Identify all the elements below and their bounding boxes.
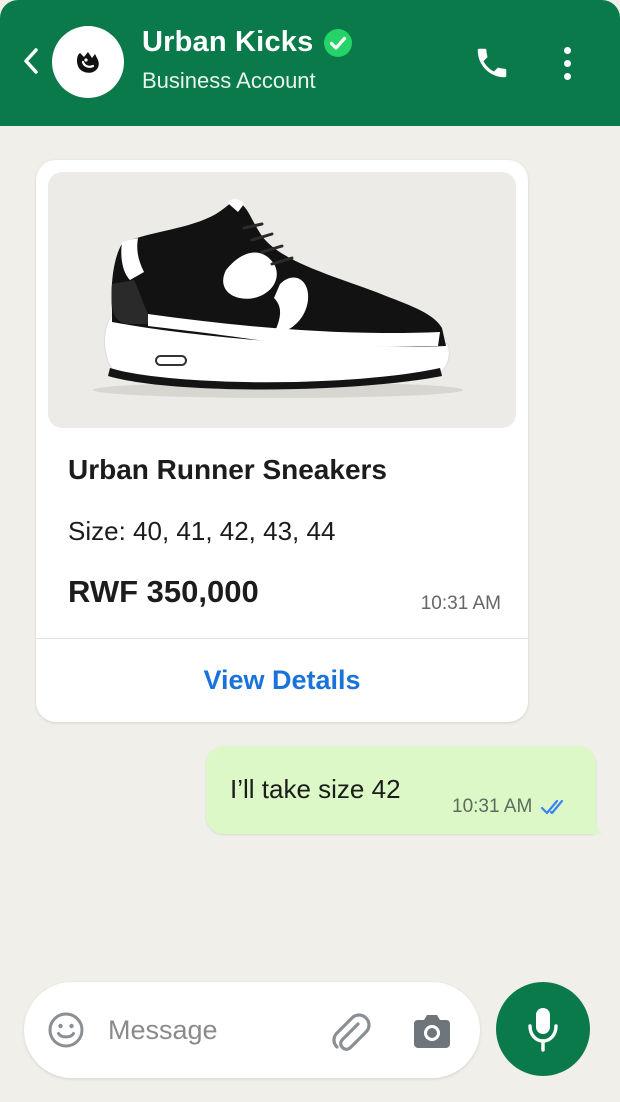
phone-icon bbox=[477, 48, 507, 78]
message-timestamp: 10:31 AM bbox=[452, 796, 533, 817]
chat-header: Urban Kicks Business Account bbox=[0, 0, 620, 126]
product-card-message: Urban Runner Sneakers Size: 40, 41, 42, … bbox=[36, 160, 528, 722]
camera-button[interactable] bbox=[410, 1012, 454, 1050]
camera-icon bbox=[414, 1015, 450, 1048]
paperclip-icon bbox=[332, 1013, 371, 1051]
emoji-icon bbox=[48, 1012, 84, 1048]
more-options-button[interactable] bbox=[552, 42, 582, 84]
product-price: RWF 350,000 bbox=[68, 574, 259, 609]
product-sizes: Size: 40, 41, 42, 43, 44 bbox=[68, 516, 336, 546]
back-button[interactable] bbox=[18, 44, 44, 78]
microphone-icon bbox=[528, 1008, 558, 1052]
message-composer bbox=[24, 982, 480, 1078]
verified-badge-icon bbox=[323, 28, 353, 58]
more-vertical-icon bbox=[563, 46, 571, 54]
product-name: Urban Runner Sneakers bbox=[68, 454, 387, 485]
voice-message-button[interactable] bbox=[496, 982, 590, 1076]
outgoing-message[interactable]: I’ll take size 42 10:31 AM bbox=[206, 746, 596, 834]
message-timestamp: 10:31 AM bbox=[420, 593, 501, 614]
bubble-tail bbox=[590, 812, 602, 834]
sneaker-image bbox=[93, 199, 463, 398]
contact-info[interactable]: Urban Kicks Business Account bbox=[142, 26, 353, 94]
attach-button[interactable] bbox=[328, 1010, 372, 1052]
view-details-button[interactable]: View Details bbox=[36, 639, 528, 722]
contact-name: Urban Kicks bbox=[142, 26, 314, 58]
message-meta: 10:31 AM bbox=[452, 796, 568, 818]
brand-logo-icon bbox=[76, 52, 99, 73]
contact-subtitle: Business Account bbox=[142, 68, 316, 93]
message-input[interactable] bbox=[108, 1008, 318, 1052]
outgoing-message-text: I’ll take size 42 bbox=[230, 774, 401, 804]
call-button[interactable] bbox=[470, 42, 514, 84]
emoji-button[interactable] bbox=[46, 1010, 86, 1050]
product-image[interactable] bbox=[48, 172, 516, 428]
double-check-icon bbox=[541, 799, 564, 815]
chevron-left-icon bbox=[24, 48, 38, 74]
avatar[interactable] bbox=[52, 26, 124, 98]
